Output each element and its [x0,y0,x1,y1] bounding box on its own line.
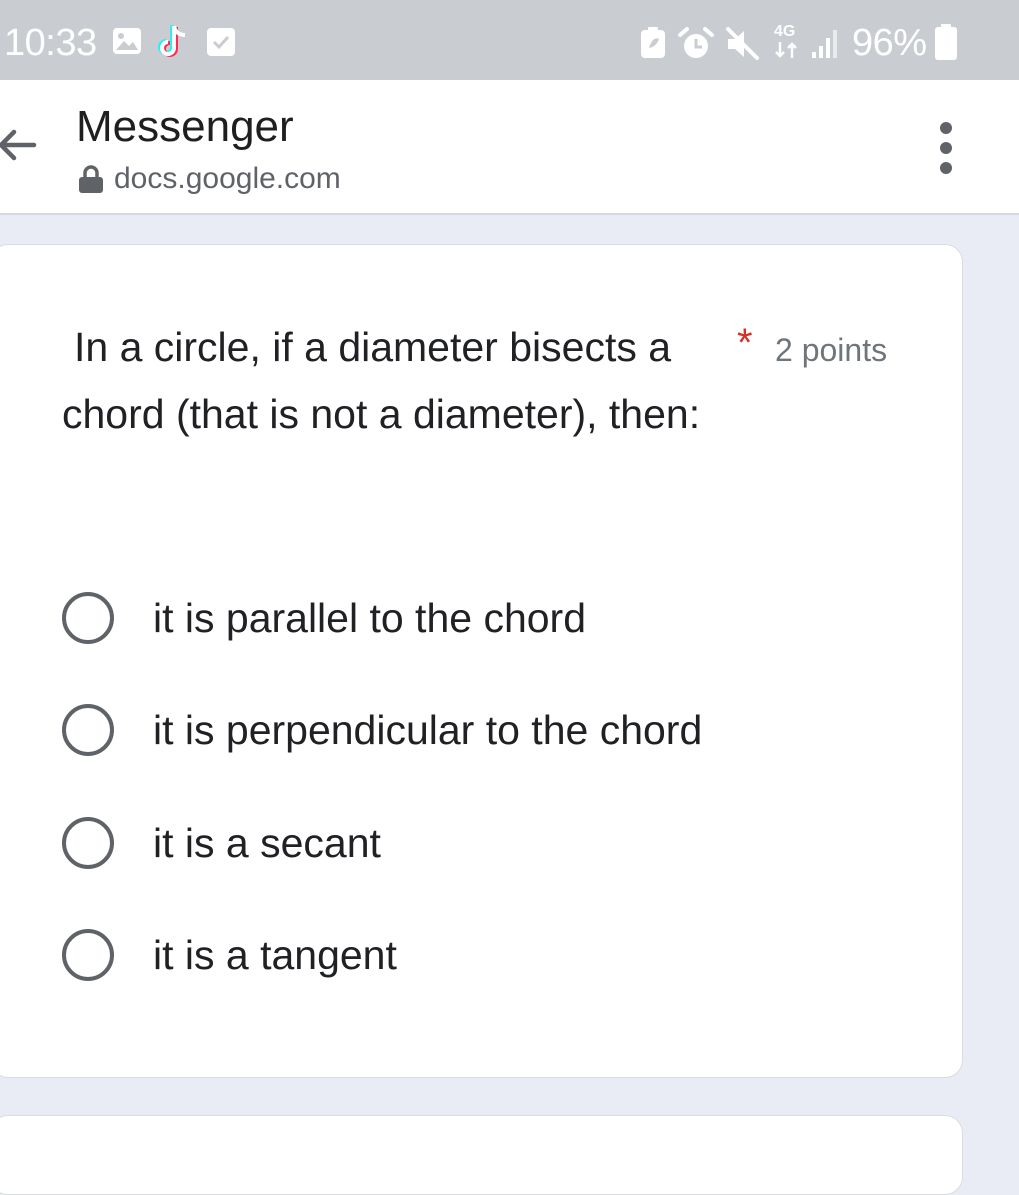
status-time: 10:33 [4,22,97,64]
status-bar: 10:33 4G 96% [0,0,1019,80]
alarm-icon [678,27,714,58]
battery-icon [935,24,957,60]
question-text: In a circle, if a diameter bisects a cho… [62,324,701,437]
network-type: 4G [774,23,796,40]
tiktok-icon [158,25,186,57]
checkbox-icon [207,28,235,56]
radio-button[interactable] [62,817,114,869]
option-parallel[interactable]: it is parallel to the chord [62,583,942,653]
url-text: docs.google.com [114,162,341,195]
option-label: it is a tangent [153,932,397,978]
gallery-icon [113,28,141,54]
option-label: it is a secant [153,820,381,866]
battery-percentage: 96% [852,22,927,64]
lock-icon [79,165,103,193]
option-label: it is perpendicular to the chord [153,707,703,753]
back-arrow-icon[interactable] [0,114,38,174]
option-secant[interactable]: it is a secant [62,808,942,878]
option-perpendicular[interactable]: it is perpendicular to the chord [62,695,942,765]
page-title: Messenger [76,102,294,151]
required-marker: * [737,321,753,365]
points-label: 2 points [775,332,888,368]
more-vert-icon[interactable] [930,118,962,178]
radio-button[interactable] [62,704,114,756]
option-tangent[interactable]: it is a tangent [62,920,942,990]
battery-saver-icon [641,27,665,58]
next-question-card [0,1115,963,1195]
mute-icon [726,27,759,60]
option-label: it is parallel to the chord [153,595,587,641]
radio-button[interactable] [62,929,114,981]
radio-button[interactable] [62,592,114,644]
signal-icon [812,30,837,58]
data-arrows-icon [775,42,797,58]
